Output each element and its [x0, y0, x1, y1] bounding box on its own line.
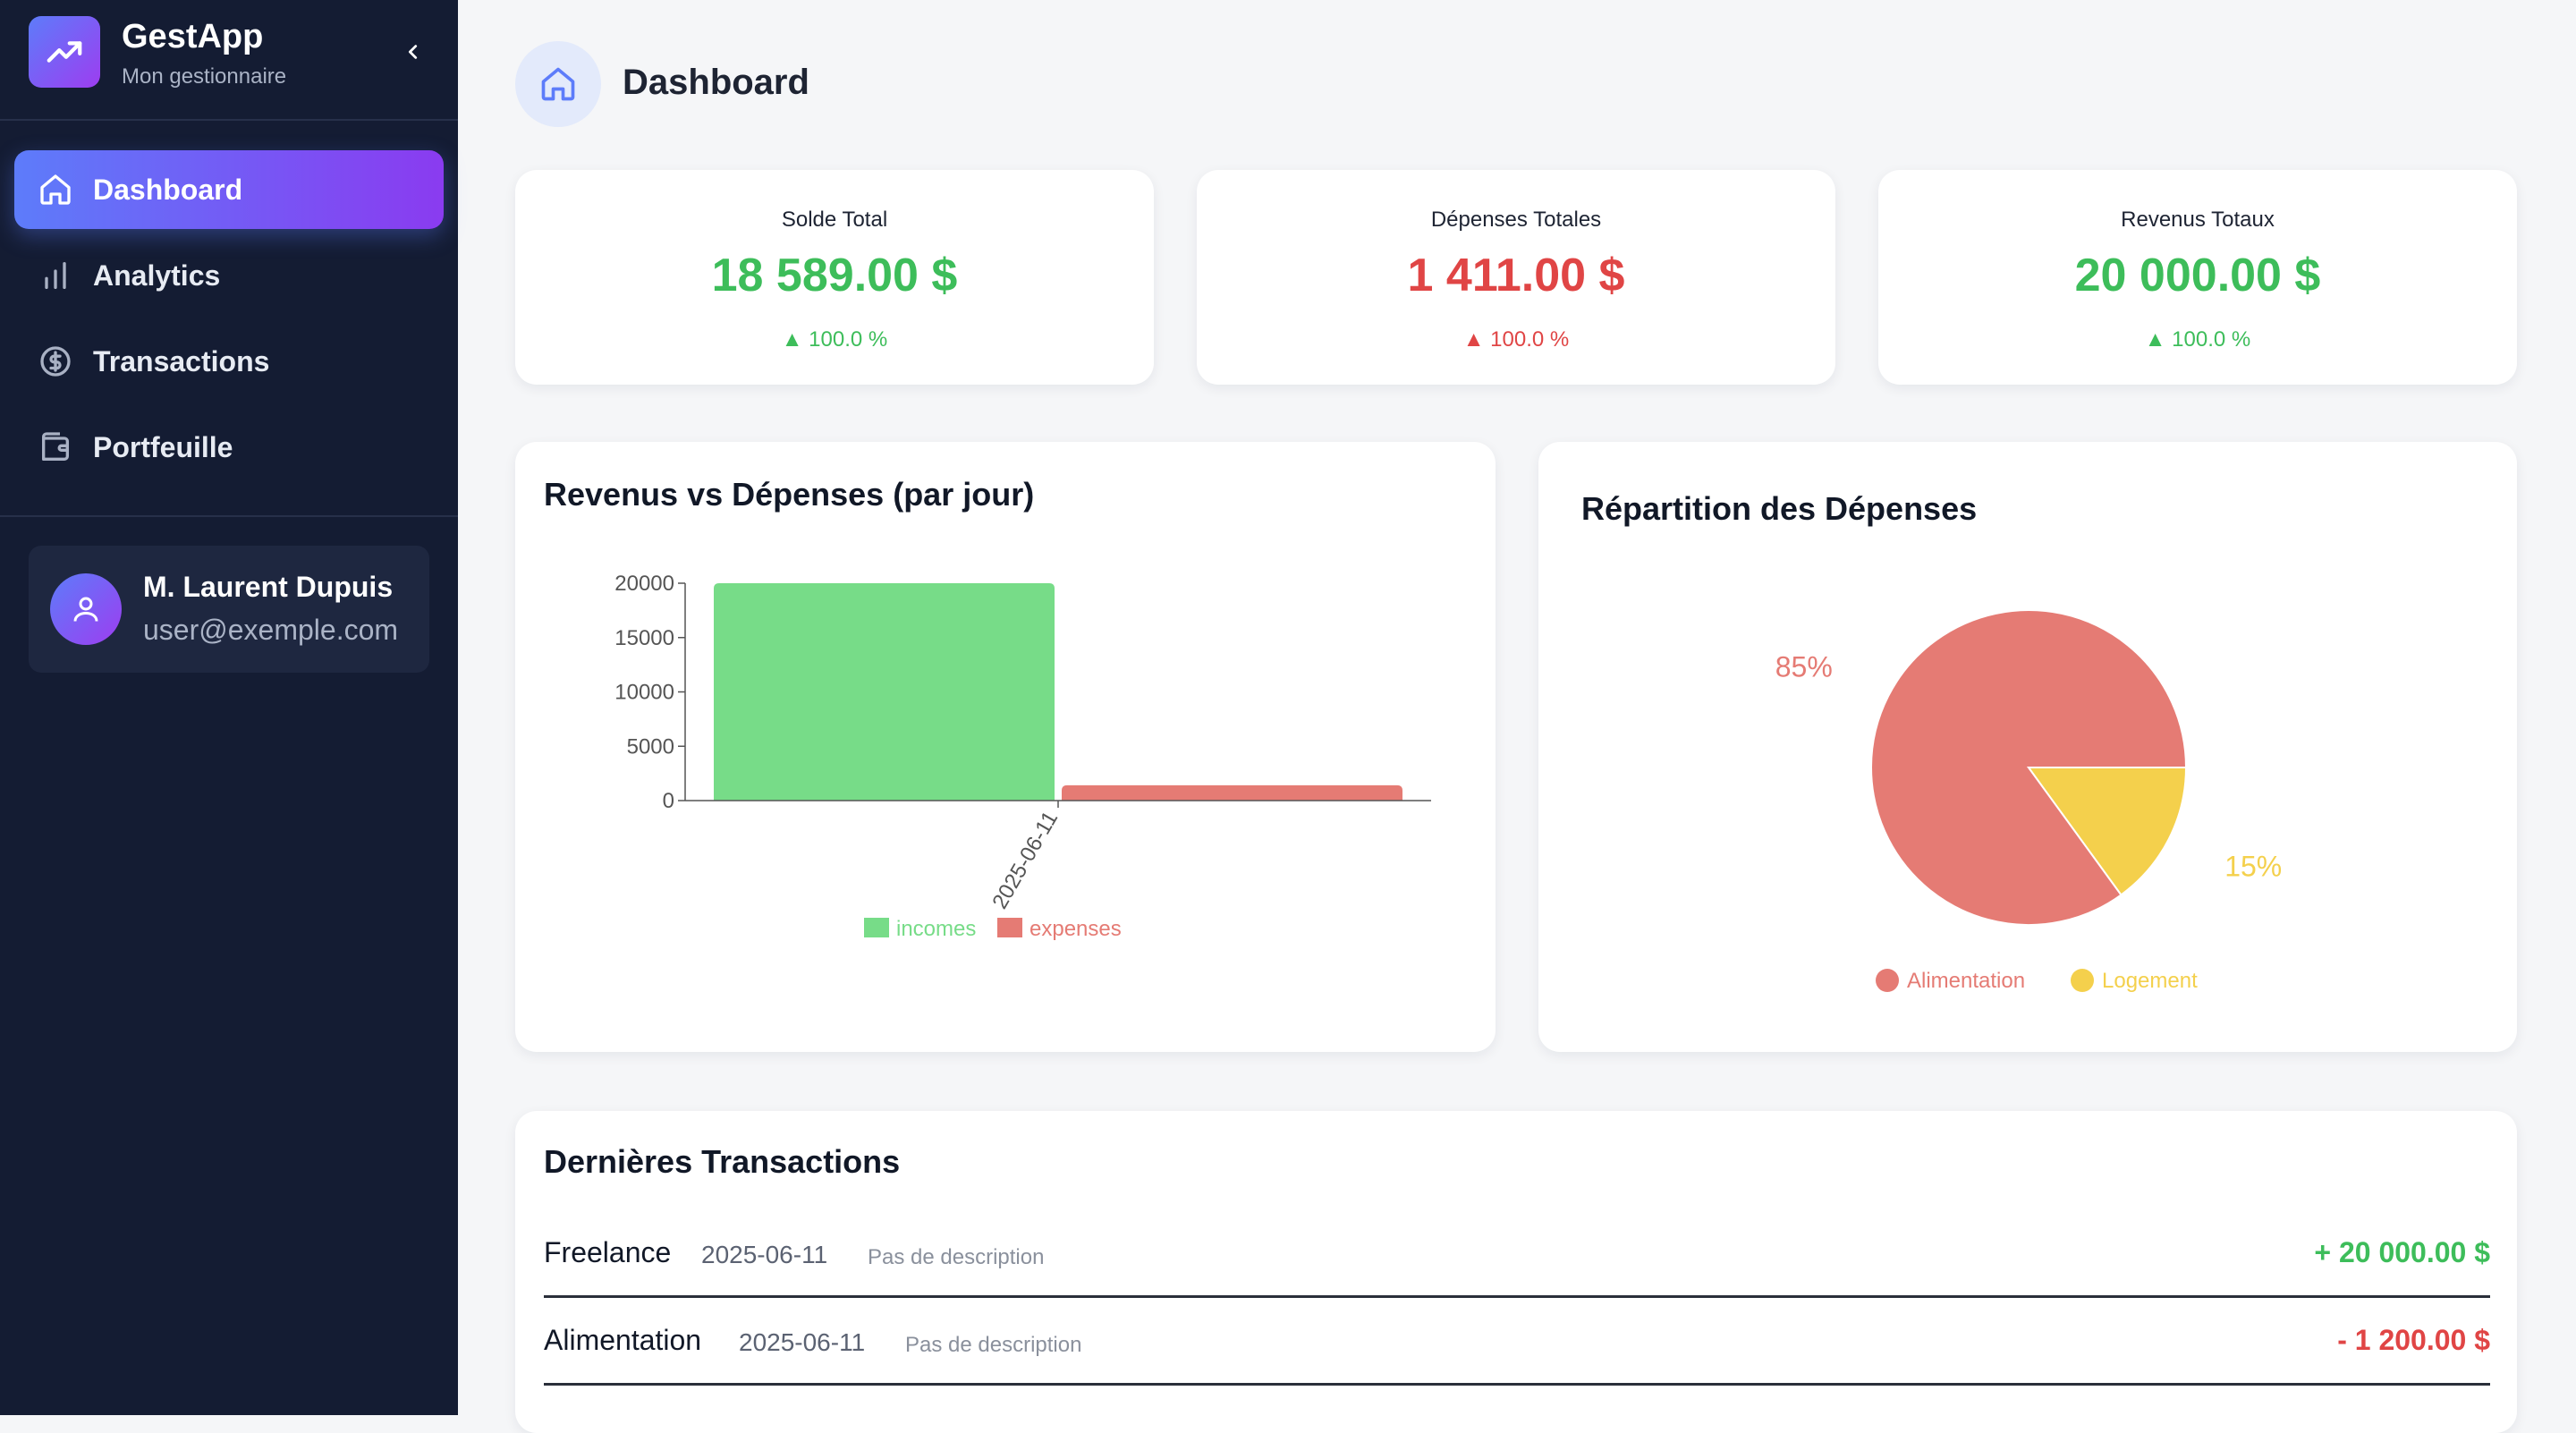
stat-label: Solde Total: [781, 208, 888, 232]
page-title: Dashboard: [623, 63, 809, 102]
legend-swatch-incomes: [864, 918, 889, 937]
x-tick-label: 2025-06-11: [987, 808, 1063, 913]
sidebar-divider: [0, 119, 458, 121]
user-icon: [73, 597, 98, 622]
stat-change: ▲ 100.0 %: [2144, 327, 2251, 352]
y-tick-label: 20000: [614, 572, 674, 596]
transaction-date: 2025-06-11: [739, 1328, 866, 1356]
y-tick-label: 0: [663, 789, 674, 813]
wallet-icon: [36, 428, 75, 467]
table-row[interactable]: Freelance 2025-06-11 Pas de description …: [544, 1209, 2490, 1298]
bar-chart-card: Revenus vs Dépenses (par jour) 0 5000 1000…: [515, 442, 1496, 1052]
home-icon: [36, 170, 75, 209]
transaction-name: Alimentation: [544, 1324, 702, 1356]
transaction-date: 2025-06-11: [701, 1241, 828, 1268]
collapse-sidebar-button[interactable]: [394, 32, 433, 72]
bar-expenses: [1062, 784, 1402, 801]
user-email: user@exemple.com: [143, 614, 399, 646]
stat-value: 18 589.00 $: [711, 250, 958, 301]
table-row[interactable]: Alimentation 2025-06-11 Pas de descripti…: [544, 1297, 2490, 1386]
legend-swatch-logement: [2071, 969, 2094, 992]
transactions-card: Dernières Transactions Freelance 2025-06…: [515, 1111, 2517, 1433]
bar-chart: 0 5000 10000 15000 20000 2025-06-11 incomes exp…: [614, 572, 1431, 941]
transaction-description: Pas de description: [868, 1245, 1045, 1269]
stat-value: 20 000.00 $: [2074, 250, 2321, 301]
bar-chart-icon: [36, 256, 75, 295]
stat-change: ▲ 100.0 %: [781, 327, 888, 352]
transactions-title: Dernières Transactions: [544, 1143, 901, 1180]
stat-change: ▲ 100.0 %: [1462, 327, 1570, 352]
app-subtitle: Mon gestionnaire: [122, 64, 287, 89]
app-title: GestApp: [122, 18, 264, 55]
stat-label: Revenus Totaux: [2121, 208, 2275, 232]
y-tick-label: 10000: [614, 681, 674, 705]
pie-slice-label: 85%: [1775, 650, 1833, 683]
sidebar-item-label: Dashboard: [93, 174, 243, 206]
sidebar-item-portfeuille[interactable]: Portfeuille: [14, 408, 444, 487]
transaction-description: Pas de description: [905, 1333, 1082, 1357]
sidebar-item-analytics[interactable]: Analytics: [14, 236, 444, 315]
dollar-circle-icon: [36, 342, 75, 381]
sidebar-item-dashboard[interactable]: Dashboard: [14, 150, 444, 229]
bar-incomes: [714, 583, 1055, 801]
stat-label: Dépenses Totales: [1430, 208, 1602, 232]
legend-label-incomes: incomes: [896, 917, 976, 941]
transaction-name: Freelance: [544, 1236, 672, 1268]
stat-card-expenses: Dépenses Totales 1 411.00 $ ▲ 100.0 %: [1197, 170, 1835, 385]
trending-up-icon: [29, 16, 100, 88]
legend-swatch-expenses: [997, 918, 1022, 937]
transaction-amount: + 20 000.00 $: [2314, 1236, 2490, 1268]
user-card[interactable]: M. Laurent Dupuis user@exemple.com: [29, 546, 429, 673]
brand: GestApp Mon gestionnaire: [29, 16, 429, 89]
home-icon: [515, 41, 601, 127]
legend-label-alimentation: Alimentation: [1907, 969, 2025, 993]
sidebar-item-label: Analytics: [93, 259, 221, 292]
stat-value: 1 411.00 $: [1407, 250, 1625, 301]
sidebar-item-transactions[interactable]: Transactions: [14, 322, 444, 401]
stat-card-income: Revenus Totaux 20 000.00 $ ▲ 100.0 %: [1878, 170, 2517, 385]
legend-label-expenses: expenses: [1030, 917, 1122, 941]
pie-slice-label: 15%: [2224, 851, 2282, 883]
legend-label-logement: Logement: [2102, 969, 2198, 993]
y-tick-label: 5000: [627, 734, 674, 759]
user-name: M. Laurent Dupuis: [143, 571, 394, 603]
sidebar-item-label: Transactions: [93, 345, 270, 377]
y-tick-label: 15000: [614, 626, 674, 650]
sidebar-item-label: Portfeuille: [93, 431, 233, 463]
transaction-amount: - 1 200.00 $: [2337, 1324, 2490, 1356]
sidebar: GestApp Mon gestionnaire Dashboard Analy…: [0, 0, 458, 1415]
pie-chart-card: Répartition des Dépenses 85% 15% Alimentat…: [1538, 442, 2517, 1052]
chevron-left-icon: [408, 45, 418, 59]
legend-swatch-alimentation: [1876, 969, 1899, 992]
pie-chart: 85% 15% Alimentation Logement: [1775, 609, 2282, 993]
stat-card-balance: Solde Total 18 589.00 $ ▲ 100.0 %: [515, 170, 1154, 385]
sidebar-divider: [0, 515, 458, 517]
avatar: [50, 573, 122, 645]
